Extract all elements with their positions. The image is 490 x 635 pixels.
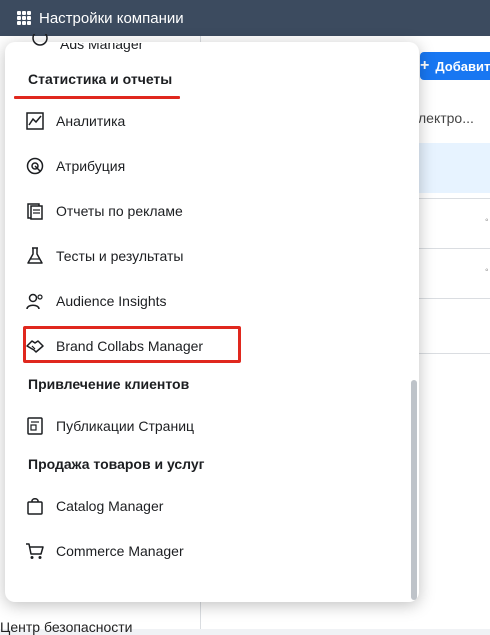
selected-row[interactable] xyxy=(418,143,490,193)
shopping-bag-icon xyxy=(24,495,46,517)
highlight-underline xyxy=(14,96,180,99)
page-posts-icon xyxy=(24,415,46,437)
row-divider xyxy=(418,353,490,354)
security-center-link[interactable]: Центр безопасности xyxy=(0,619,132,635)
row-divider xyxy=(418,198,490,199)
menu-item-commerce-manager[interactable]: Commerce Manager xyxy=(24,536,184,566)
apps-grid-icon[interactable] xyxy=(17,11,31,25)
plus-icon: + xyxy=(420,57,430,74)
add-button[interactable]: + Добавить xyxy=(420,52,490,80)
menu-item-page-posts[interactable]: Публикации Страниц xyxy=(24,411,194,441)
menu-item-ads-reports[interactable]: Отчеты по рекламе xyxy=(24,196,183,226)
cart-icon xyxy=(24,540,46,562)
menu-item-audience-insights[interactable]: Audience Insights xyxy=(24,286,167,316)
analytics-icon xyxy=(24,110,46,132)
highlight-box xyxy=(23,326,241,363)
menu-item-tests[interactable]: Тесты и результаты xyxy=(24,241,183,271)
ads-manager-icon xyxy=(32,34,48,46)
dropdown-scrollbar[interactable] xyxy=(411,380,417,600)
section-title-statistics: Статистика и отчеты xyxy=(28,71,173,87)
row-divider xyxy=(418,298,490,299)
page-title: Настройки компании xyxy=(39,9,184,27)
row-action-icon[interactable]: ◦ xyxy=(485,265,489,276)
row-action-icon[interactable]: ◦ xyxy=(485,215,489,226)
menu-item-catalog-manager[interactable]: Catalog Manager xyxy=(24,491,163,521)
ads-reports-icon xyxy=(24,200,46,222)
audience-icon xyxy=(24,290,46,312)
attribution-icon xyxy=(24,155,46,177)
top-bar: Настройки компании xyxy=(0,0,490,36)
table-cell-text: лектро... xyxy=(418,110,474,126)
section-title-selling: Продажа товаров и услуг xyxy=(28,456,205,472)
menu-item-attribution[interactable]: Атрибуция xyxy=(24,151,125,181)
section-title-customer-acquisition: Привлечение клиентов xyxy=(28,376,190,392)
flask-icon xyxy=(24,245,46,267)
add-button-label: Добавить xyxy=(435,58,490,74)
row-divider xyxy=(418,248,490,249)
menu-item-analytics[interactable]: Аналитика xyxy=(24,106,125,136)
